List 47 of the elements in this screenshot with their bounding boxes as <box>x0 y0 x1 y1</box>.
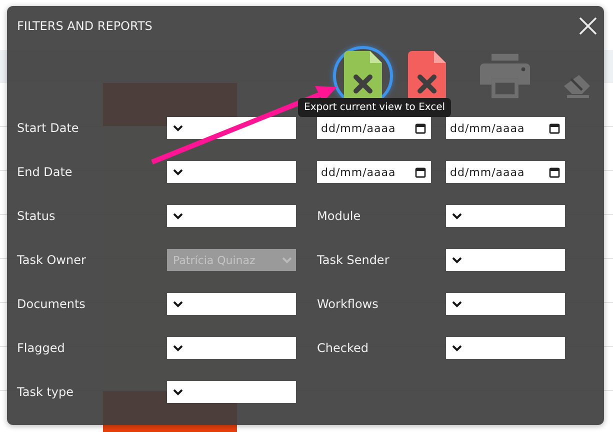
field-label: Checked <box>317 341 368 355</box>
calendar-icon <box>549 166 560 178</box>
dropdown-field[interactable] <box>167 381 296 403</box>
field-label: Task type <box>17 385 74 399</box>
date-field[interactable]: dd/mm/aaaa <box>446 117 565 139</box>
eraser-icon <box>563 74 591 98</box>
document-file-icon <box>408 51 446 101</box>
calendar-icon <box>415 166 426 178</box>
dropdown-field[interactable] <box>167 117 296 139</box>
dialog-title: FILTERS AND REPORTS <box>17 19 152 33</box>
date-field[interactable]: dd/mm/aaaa <box>446 161 565 183</box>
date-field[interactable]: dd/mm/aaaa <box>317 161 431 183</box>
chevron-icon <box>452 256 462 264</box>
dropdown-field[interactable] <box>446 337 565 359</box>
dropdown-field[interactable] <box>167 293 296 315</box>
close-icon[interactable] <box>578 16 598 36</box>
field-label: Start Date <box>17 121 79 135</box>
field-label: Flagged <box>17 341 65 355</box>
chevron-icon <box>452 300 462 308</box>
spreadsheet-file-icon <box>344 51 382 101</box>
dropdown-field[interactable] <box>167 205 296 227</box>
chevron-icon <box>282 256 292 264</box>
chevron-icon <box>173 300 183 308</box>
dropdown-field[interactable] <box>446 205 565 227</box>
date-field[interactable]: dd/mm/aaaa <box>317 117 431 139</box>
chevron-icon <box>173 344 183 352</box>
calendar-icon <box>549 122 560 134</box>
chevron-icon <box>452 212 462 220</box>
chevron-icon <box>173 388 183 396</box>
field-label: Status <box>17 209 56 223</box>
field-label: Task Owner <box>17 253 86 267</box>
chevron-icon <box>452 344 462 352</box>
field-label: Module <box>317 209 361 223</box>
chevron-icon <box>173 212 183 220</box>
calendar-icon <box>415 122 426 134</box>
field-label: Task Sender <box>317 253 390 267</box>
field-label: Documents <box>17 297 86 311</box>
field-label: Workflows <box>317 297 378 311</box>
chevron-icon <box>173 168 183 176</box>
tooltip: Export current view to Excel <box>298 98 452 117</box>
chevron-icon <box>173 124 183 132</box>
dropdown-field[interactable] <box>446 293 565 315</box>
dropdown-field[interactable] <box>167 337 296 359</box>
field-label: End Date <box>17 165 72 179</box>
dropdown-field[interactable] <box>167 161 296 183</box>
dropdown-field[interactable] <box>446 249 565 271</box>
printer-icon <box>480 53 530 99</box>
